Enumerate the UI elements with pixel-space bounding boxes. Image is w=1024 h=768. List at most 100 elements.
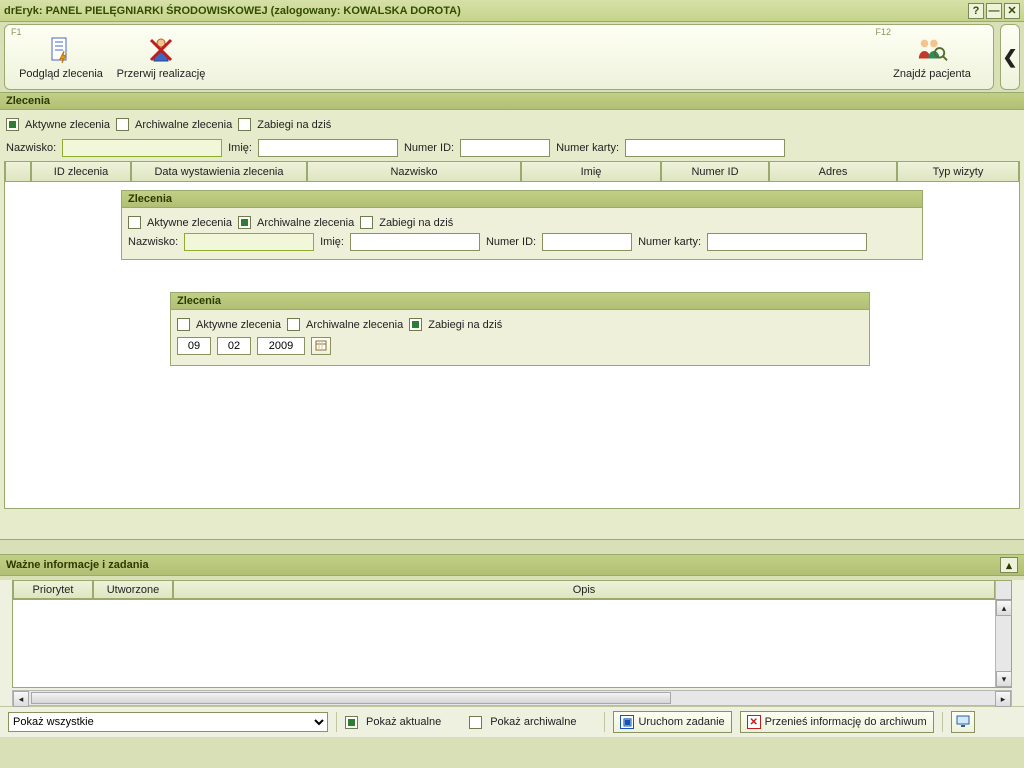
tasks-horizontal-scrollbar[interactable]: ◂ ▸: [12, 690, 1012, 706]
monitor-icon: [956, 714, 970, 731]
chevron-up-icon: ▴: [1006, 559, 1012, 572]
scroll-thumb[interactable]: [31, 692, 671, 704]
filter-combo[interactable]: Pokaż wszystkie: [8, 712, 328, 732]
person-cross-icon: [145, 34, 177, 66]
panel2-today-label: Zabiegi na dziś: [379, 217, 453, 229]
panel2-card-input[interactable]: [707, 233, 867, 251]
show-archive-checkbox[interactable]: [469, 716, 482, 729]
orders-title: Zlecenia: [6, 95, 50, 107]
show-current-label: Pokaż aktualne: [366, 716, 441, 728]
tasks-section-header: Ważne informacje i zadania ▴: [0, 554, 1024, 576]
tasks-header-desc[interactable]: Opis: [173, 581, 995, 599]
f12-label: F12: [875, 27, 891, 37]
table-header-selector[interactable]: [5, 162, 31, 182]
orders-table: ID zlecenia Data wystawienia zlecenia Na…: [4, 161, 1020, 509]
panel2-active-label: Aktywne zlecenia: [147, 217, 232, 229]
table-header-id[interactable]: ID zlecenia: [31, 162, 131, 182]
panel2-today-checkbox[interactable]: [360, 216, 373, 229]
panel2-name-input[interactable]: [350, 233, 480, 251]
scroll-down-icon[interactable]: ▾: [996, 671, 1012, 687]
run-task-button[interactable]: ▣ Uruchom zadanie: [613, 711, 731, 733]
tasks-vertical-scrollbar[interactable]: ▴ ▾: [995, 600, 1011, 687]
panel2-name-label: Imię:: [320, 236, 344, 248]
date-month-input[interactable]: [217, 337, 251, 355]
orders-section-header: Zlecenia: [0, 92, 1024, 110]
card-input[interactable]: [625, 139, 785, 157]
surname-input[interactable]: [62, 139, 222, 157]
surname-label: Nazwisko:: [6, 142, 56, 154]
toolbar: F1 F12 Podgląd zlecenia Przerwij realiza…: [0, 22, 1024, 92]
name-input[interactable]: [258, 139, 398, 157]
f1-label: F1: [11, 27, 22, 37]
panel2-active-checkbox[interactable]: [128, 216, 141, 229]
table-header-visit-type[interactable]: Typ wizyty: [897, 162, 1019, 182]
table-header-address[interactable]: Adres: [769, 162, 897, 182]
calendar-icon: [315, 339, 327, 354]
titlebar: drEryk: PANEL PIELĘGNIARKI ŚRODOWISKOWEJ…: [0, 0, 1024, 22]
show-current-checkbox[interactable]: [345, 716, 358, 729]
panel3-today-checkbox[interactable]: [409, 318, 422, 331]
orders-panel-archive: Zlecenia Aktywne zlecenia Archiwalne zle…: [121, 190, 923, 260]
date-day-input[interactable]: [177, 337, 211, 355]
close-button[interactable]: ✕: [1004, 3, 1020, 19]
orders-panel-today-title: Zlecenia: [171, 293, 869, 310]
table-header-name[interactable]: Imię: [521, 162, 661, 182]
find-patient-button[interactable]: Znajdź pacjenta: [877, 34, 987, 80]
archive-orders-label: Archiwalne zlecenia: [135, 119, 232, 131]
tasks-table-body: ▴ ▾: [12, 600, 1012, 688]
card-label: Numer karty:: [556, 142, 619, 154]
date-year-input[interactable]: [257, 337, 305, 355]
monitor-button[interactable]: [951, 711, 975, 733]
scroll-up-icon[interactable]: ▴: [996, 600, 1012, 616]
name-label: Imię:: [228, 142, 252, 154]
id-input[interactable]: [460, 139, 550, 157]
panel3-archive-checkbox[interactable]: [287, 318, 300, 331]
calendar-button[interactable]: [311, 337, 331, 355]
show-archive-label: Pokaż archiwalne: [490, 716, 576, 728]
archive-x-icon: ✕: [747, 715, 761, 729]
archive-orders-checkbox[interactable]: [116, 118, 129, 131]
panel3-active-label: Aktywne zlecenia: [196, 319, 281, 331]
table-header-surname[interactable]: Nazwisko: [307, 162, 521, 182]
active-orders-checkbox[interactable]: [6, 118, 19, 131]
table-header-numid[interactable]: Numer ID: [661, 162, 769, 182]
window-title: drEryk: PANEL PIELĘGNIARKI ŚRODOWISKOWEJ…: [4, 5, 461, 17]
today-procedures-label: Zabiegi na dziś: [257, 119, 331, 131]
orders-search-row: Nazwisko: Imię: Numer ID: Numer karty:: [4, 135, 1020, 161]
panel3-today-label: Zabiegi na dziś: [428, 319, 502, 331]
help-button[interactable]: ?: [968, 3, 984, 19]
table-header-issue-date[interactable]: Data wystawienia zlecenia: [131, 162, 307, 182]
panel3-active-checkbox[interactable]: [177, 318, 190, 331]
abort-button[interactable]: Przerwij realizację: [111, 34, 211, 80]
panel2-archive-label: Archiwalne zlecenia: [257, 217, 354, 229]
document-flash-icon: [45, 34, 77, 66]
today-procedures-checkbox[interactable]: [238, 118, 251, 131]
panel2-archive-checkbox[interactable]: [238, 216, 251, 229]
archive-task-label: Przenieś informację do archiwum: [765, 716, 927, 728]
scroll-right-icon[interactable]: ▸: [995, 691, 1011, 707]
view-order-label: Podgląd zlecenia: [19, 68, 103, 80]
minimize-button[interactable]: —: [986, 3, 1002, 19]
panel2-surname-input[interactable]: [184, 233, 314, 251]
find-patient-label: Znajdź pacjenta: [893, 68, 971, 80]
orders-panel-today: Zlecenia Aktywne zlecenia Archiwalne zle…: [170, 292, 870, 366]
panel2-id-input[interactable]: [542, 233, 632, 251]
tasks-header-created[interactable]: Utworzone: [93, 581, 173, 599]
orders-panel-archive-title: Zlecenia: [122, 191, 922, 208]
tasks-header-priority[interactable]: Priorytet: [13, 581, 93, 599]
archive-task-button[interactable]: ✕ Przenieś informację do archiwum: [740, 711, 934, 733]
people-search-icon: [916, 34, 948, 66]
panel2-id-label: Numer ID:: [486, 236, 536, 248]
toolbar-collapse-handle[interactable]: ❮: [1000, 24, 1020, 90]
panel2-surname-label: Nazwisko:: [128, 236, 178, 248]
tasks-title: Ważne informacje i zadania: [6, 559, 149, 571]
chevron-left-icon: ❮: [1002, 47, 1017, 68]
scroll-left-icon[interactable]: ◂: [13, 691, 29, 707]
panel3-archive-label: Archiwalne zlecenia: [306, 319, 403, 331]
view-order-button[interactable]: Podgląd zlecenia: [11, 34, 111, 80]
id-label: Numer ID:: [404, 142, 454, 154]
orders-filter-row: Aktywne zlecenia Archiwalne zlecenia Zab…: [4, 114, 1020, 135]
bottom-bar: Pokaż wszystkie Pokaż aktualne Pokaż arc…: [0, 706, 1024, 737]
abort-label: Przerwij realizację: [117, 68, 206, 80]
tasks-collapse-button[interactable]: ▴: [1000, 557, 1018, 573]
